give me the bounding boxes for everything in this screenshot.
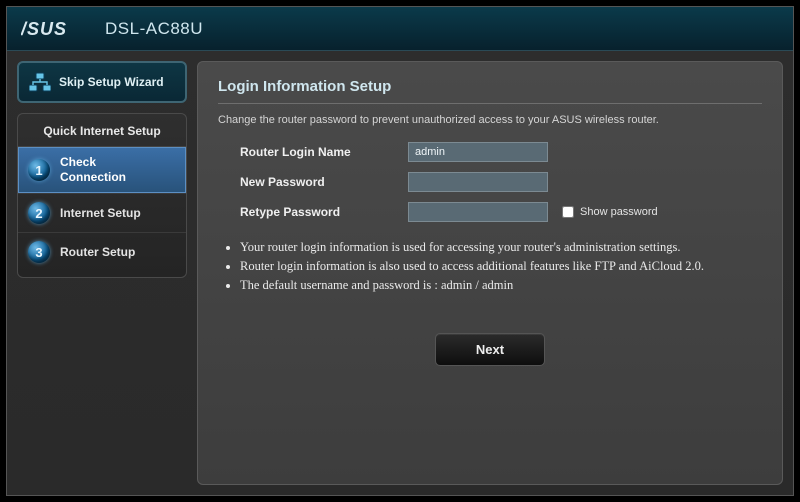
retype-password-input[interactable] [408,202,548,222]
step-check-connection[interactable]: 1 Check Connection [18,147,186,194]
step-label: Check Connection [60,155,126,185]
app-frame: /SUS DSL-AC88U Skip Setup Wizar [0,0,800,502]
row-new-password: New Password [218,172,762,192]
show-password-checkbox[interactable] [562,206,574,218]
intro-text: Change the router password to prevent un… [218,114,762,126]
main-panel: Login Information Setup Change the route… [197,61,783,485]
show-password-label: Show password [580,206,658,218]
step-number-icon: 3 [28,241,50,263]
skip-label: Skip Setup Wizard [59,75,164,89]
step-number-icon: 1 [28,159,50,181]
retype-password-label: Retype Password [218,205,408,219]
info-bullets: Your router login information is used fo… [222,240,762,293]
new-password-label: New Password [218,175,408,189]
network-icon [29,72,51,92]
asus-logo: /SUS [21,19,89,39]
bullet-item: Router login information is also used to… [240,259,762,274]
header-bar: /SUS DSL-AC88U [7,7,793,51]
step-label: Router Setup [60,245,135,260]
qis-panel: Quick Internet Setup 1 Check Connection … [17,113,187,278]
step-label: Internet Setup [60,206,141,221]
bullet-item: The default username and password is : a… [240,278,762,293]
qis-title: Quick Internet Setup [18,114,186,147]
step-router-setup[interactable]: 3 Router Setup [18,233,186,271]
next-wrap: Next [218,333,762,366]
next-button[interactable]: Next [435,333,545,366]
row-login-name: Router Login Name [218,142,762,162]
step-internet-setup[interactable]: 2 Internet Setup [18,194,186,233]
page-title: Login Information Setup [218,78,762,104]
body: Skip Setup Wizard Quick Internet Setup 1… [7,51,793,495]
sidebar: Skip Setup Wizard Quick Internet Setup 1… [17,61,187,485]
new-password-input[interactable] [408,172,548,192]
product-name: DSL-AC88U [105,19,203,39]
svg-text:/SUS: /SUS [21,19,67,39]
step-number-icon: 2 [28,202,50,224]
asus-logo-icon: /SUS [21,19,89,39]
skip-setup-wizard-button[interactable]: Skip Setup Wizard [17,61,187,103]
app-inner: /SUS DSL-AC88U Skip Setup Wizar [6,6,794,496]
login-name-label: Router Login Name [218,145,408,159]
login-name-input[interactable] [408,142,548,162]
bullet-item: Your router login information is used fo… [240,240,762,255]
row-retype-password: Retype Password Show password [218,202,762,222]
show-password-toggle[interactable]: Show password [562,206,658,218]
